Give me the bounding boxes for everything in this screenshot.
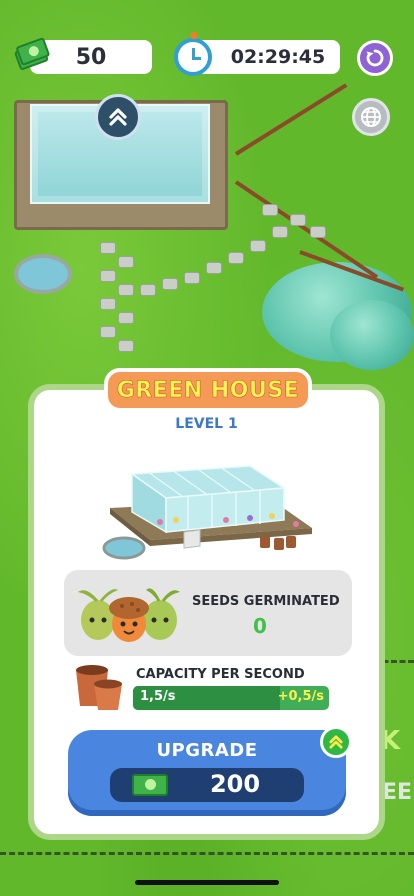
road-marking <box>0 852 414 855</box>
path-stone <box>206 262 222 274</box>
cash-icon <box>132 774 168 796</box>
language-button[interactable] <box>352 98 390 136</box>
path-stone <box>162 278 178 290</box>
path-stone <box>118 284 134 296</box>
path-stone <box>118 340 134 352</box>
capacity-bonus-value: +0,5/s <box>277 689 324 704</box>
fence <box>234 180 379 279</box>
path-stone <box>100 326 116 338</box>
upgrade-button-label: UPGRADE <box>156 740 258 761</box>
greenhouse-illustration <box>102 465 312 560</box>
path-stone <box>228 252 244 264</box>
upgrade-cost-value: 200 <box>209 770 261 798</box>
pond <box>14 254 72 294</box>
tree <box>330 300 414 370</box>
path-stone <box>118 256 134 268</box>
globe-icon <box>361 107 381 127</box>
panel-title: GREEN HOUSE <box>104 368 312 412</box>
flower-pots-icon <box>76 665 122 710</box>
path-stone <box>262 204 278 216</box>
path-stone <box>310 226 326 238</box>
path-stone <box>184 272 200 284</box>
capacity-current-value: 1,5/s <box>140 689 176 704</box>
restart-button[interactable] <box>357 40 393 76</box>
upgrade-available-badge <box>320 726 352 758</box>
fence <box>234 83 348 156</box>
path-stone <box>100 242 116 254</box>
path-stone <box>140 284 156 296</box>
offscreen-label-letters: EE <box>382 780 413 805</box>
path-stone <box>100 298 116 310</box>
path-stone <box>272 226 288 238</box>
building-upgrade-marker[interactable] <box>95 94 141 140</box>
path-stone <box>250 240 266 252</box>
seeds-germinated-value: 0 <box>253 614 267 638</box>
path-stone <box>290 214 306 226</box>
capacity-label: CAPACITY PER SECOND <box>136 667 305 682</box>
seeds-germinated-label: SEEDS GERMINATED <box>192 594 340 609</box>
timer-value: 02:29:45 <box>230 46 326 68</box>
money-value: 50 <box>75 44 107 70</box>
building-level: LEVEL 1 <box>175 416 238 432</box>
path-stone <box>118 312 134 324</box>
double-chevron-up-icon <box>109 108 127 126</box>
path-stone <box>100 270 116 282</box>
acorn-seedlings-illustration <box>78 588 180 642</box>
stopwatch-icon <box>174 32 212 76</box>
double-chevron-up-icon <box>329 735 343 749</box>
restart-icon <box>366 49 384 67</box>
home-indicator[interactable] <box>135 880 279 885</box>
timer-display: 02:29:45 <box>196 40 340 74</box>
